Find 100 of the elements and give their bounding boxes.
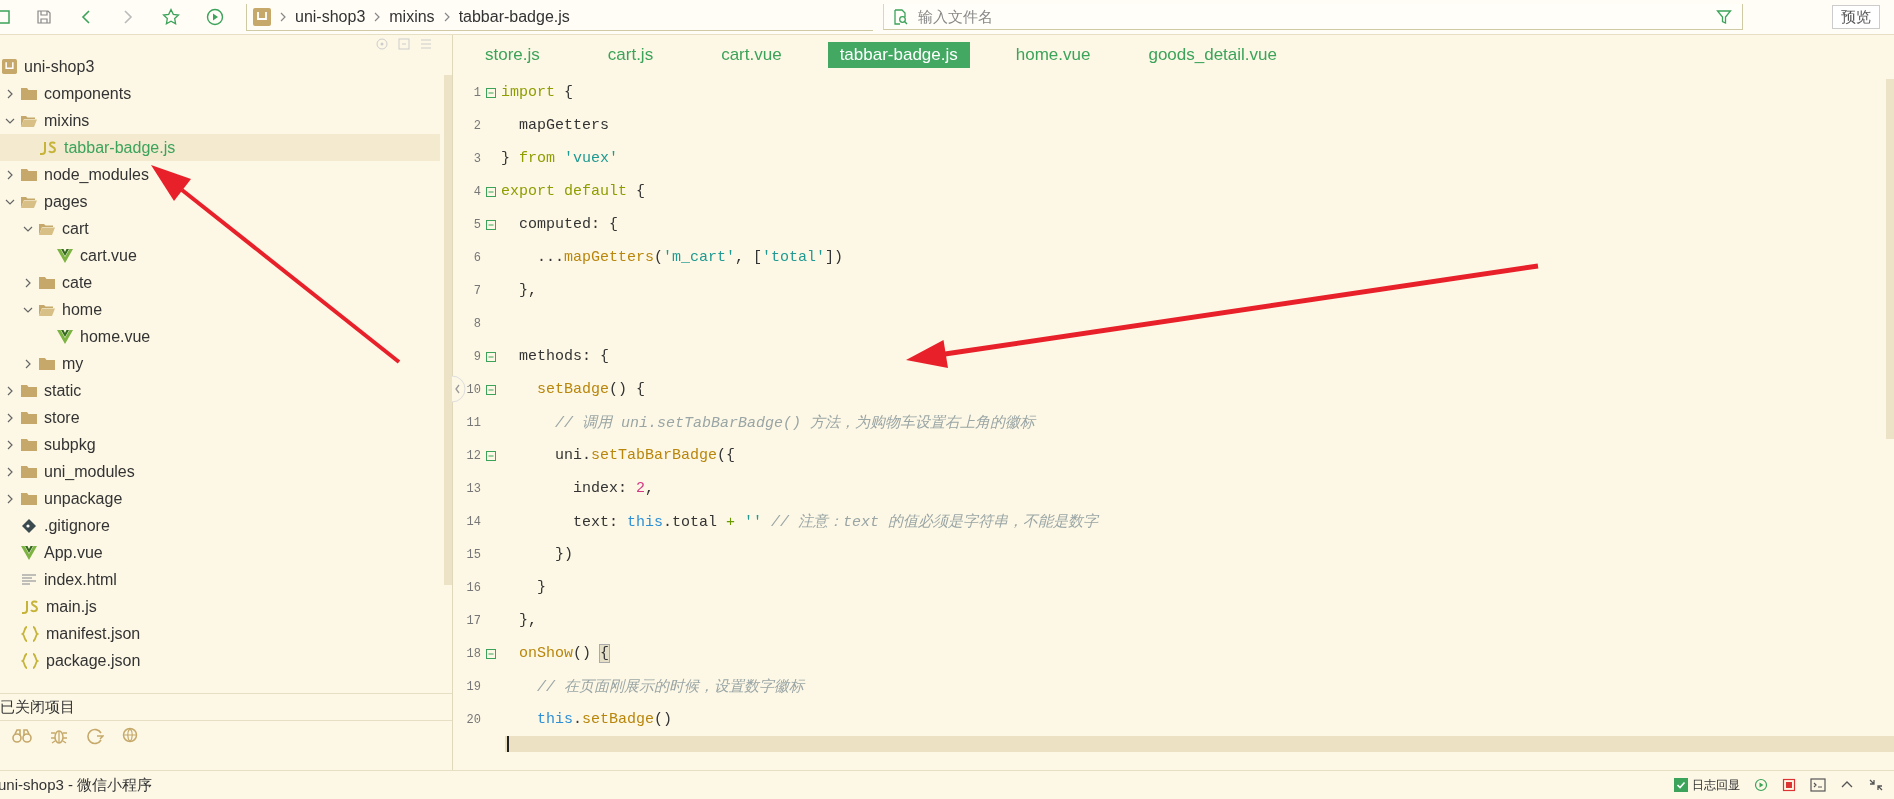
fold-icon[interactable] — [486, 384, 496, 395]
chevron-icon[interactable] — [23, 277, 33, 288]
vue-file-icon — [57, 329, 73, 344]
line-number: 19 — [465, 679, 481, 694]
binoculars-icon[interactable] — [12, 728, 32, 744]
log-echo-checkbox[interactable] — [1674, 778, 1688, 792]
chevron-icon[interactable] — [5, 385, 15, 396]
tree-item[interactable]: index.html — [0, 566, 440, 593]
code-line: }, — [518, 612, 537, 629]
star-icon[interactable] — [162, 8, 180, 26]
code-line: index: 2, — [572, 480, 655, 497]
fold-icon[interactable] — [486, 648, 496, 659]
file-search-icon — [892, 8, 908, 25]
folder-icon — [21, 383, 37, 398]
stop-icon[interactable] — [1782, 778, 1796, 792]
globe-icon[interactable] — [122, 727, 140, 745]
tree-item[interactable]: unpackage — [0, 485, 440, 512]
vue-file-icon — [57, 248, 73, 263]
chevron-icon[interactable] — [5, 88, 15, 99]
fold-icon[interactable] — [486, 450, 496, 461]
line-number: 1 — [472, 85, 481, 100]
preview-button[interactable]: 预览 — [1832, 5, 1880, 29]
line-number: 12 — [465, 448, 481, 463]
refresh-icon[interactable] — [86, 727, 104, 745]
fold-icon[interactable] — [486, 351, 496, 362]
code-line: text: this.total + '' // 注意：text 的值必须是字符串，不能是数字 — [572, 512, 1099, 531]
line-number: 7 — [472, 283, 481, 298]
tree-item[interactable]: components — [0, 80, 440, 107]
open-folder-icon — [21, 113, 37, 128]
text-file-icon — [21, 572, 37, 587]
code-line: } from 'vuex' — [501, 150, 619, 167]
tree-item[interactable]: cate — [0, 269, 440, 296]
tree-item[interactable]: node_modules — [0, 161, 440, 188]
tree-item[interactable]: home — [0, 296, 440, 323]
chevron-icon[interactable] — [5, 493, 15, 504]
run-icon[interactable] — [206, 8, 224, 26]
line-number: 5 — [472, 217, 481, 232]
tree-item[interactable]: static — [0, 377, 440, 404]
line-number: 15 — [465, 547, 481, 562]
tree-item[interactable]: my — [0, 350, 440, 377]
scrollbar[interactable] — [1886, 79, 1894, 439]
tree-item[interactable]: subpkg — [0, 431, 440, 458]
tree-item[interactable]: main.js — [0, 593, 440, 620]
code-line: }, — [518, 282, 537, 299]
chevron-icon[interactable] — [5, 412, 15, 423]
tree-item[interactable]: store — [0, 404, 440, 431]
code-line: // 在页面刚展示的时候，设置数字徽标 — [536, 677, 804, 696]
terminal-icon[interactable] — [1810, 778, 1826, 792]
collapse-arrows-icon[interactable] — [1868, 778, 1884, 792]
sidebar-toggle-icon[interactable] — [0, 9, 10, 25]
tree-item[interactable]: package.json — [0, 647, 440, 674]
chevron-icon[interactable] — [5, 169, 15, 180]
breadcrumb-item[interactable]: mixins — [389, 7, 435, 26]
tree-item[interactable]: App.vue — [0, 539, 440, 566]
code-line: ...mapGetters('m_cart', ['total']) — [536, 249, 844, 266]
filter-icon[interactable] — [1716, 9, 1732, 25]
folder-icon — [21, 464, 37, 479]
json-file-icon — [21, 652, 39, 669]
tree-item[interactable]: pages — [0, 188, 440, 215]
json-file-icon — [21, 625, 39, 642]
fold-icon[interactable] — [486, 87, 496, 98]
tree-item[interactable]: .gitignore — [0, 512, 440, 539]
breadcrumb-item[interactable]: tabbar-badge.js — [458, 7, 570, 26]
open-folder-icon — [39, 221, 55, 236]
code-line: mapGetters — [518, 117, 610, 134]
save-icon[interactable] — [36, 9, 52, 25]
bug-icon[interactable] — [50, 727, 68, 745]
closed-projects-label[interactable]: 已关闭项目 — [0, 693, 452, 720]
fold-icon[interactable] — [486, 219, 496, 230]
run-icon[interactable] — [1754, 778, 1768, 792]
scrollbar[interactable] — [444, 75, 452, 585]
line-number: 11 — [465, 415, 481, 430]
code-line: // 调用 uni.setTabBarBadge() 方法，为购物车设置右上角的徽标 — [554, 413, 1036, 432]
git-file-icon — [21, 517, 37, 534]
line-number: 6 — [472, 250, 481, 265]
tree-item[interactable]: uni_modules — [0, 458, 440, 485]
tree-item[interactable]: cart — [0, 215, 440, 242]
chevron-icon[interactable] — [5, 466, 15, 477]
breadcrumb-item[interactable]: uni-shop3 — [295, 7, 366, 26]
folder-icon — [21, 167, 37, 182]
log-echo-label[interactable]: 日志回显 — [1692, 776, 1740, 794]
chevron-icon[interactable] — [5, 439, 15, 450]
code-line: import { — [501, 84, 574, 101]
folder-icon — [21, 437, 37, 452]
tree-item[interactable]: uni-shop3 — [0, 53, 440, 80]
line-number: 8 — [472, 316, 481, 331]
folder-icon — [39, 356, 55, 371]
js-file-icon — [21, 599, 39, 614]
tree-item[interactable]: manifest.json — [0, 620, 440, 647]
chevron-icon — [373, 10, 382, 23]
tree-item[interactable]: home.vue — [0, 323, 440, 350]
vue-file-icon — [21, 545, 37, 560]
tree-item[interactable]: cart.vue — [0, 242, 440, 269]
line-number: 16 — [465, 580, 481, 595]
line-number: 13 — [465, 481, 481, 496]
collapse-handle-icon[interactable] — [452, 375, 466, 403]
code-line: export default { — [501, 183, 646, 200]
chevron-icon[interactable] — [23, 358, 33, 369]
tree-item[interactable]: mixins — [0, 107, 440, 134]
fold-icon[interactable] — [486, 186, 496, 197]
